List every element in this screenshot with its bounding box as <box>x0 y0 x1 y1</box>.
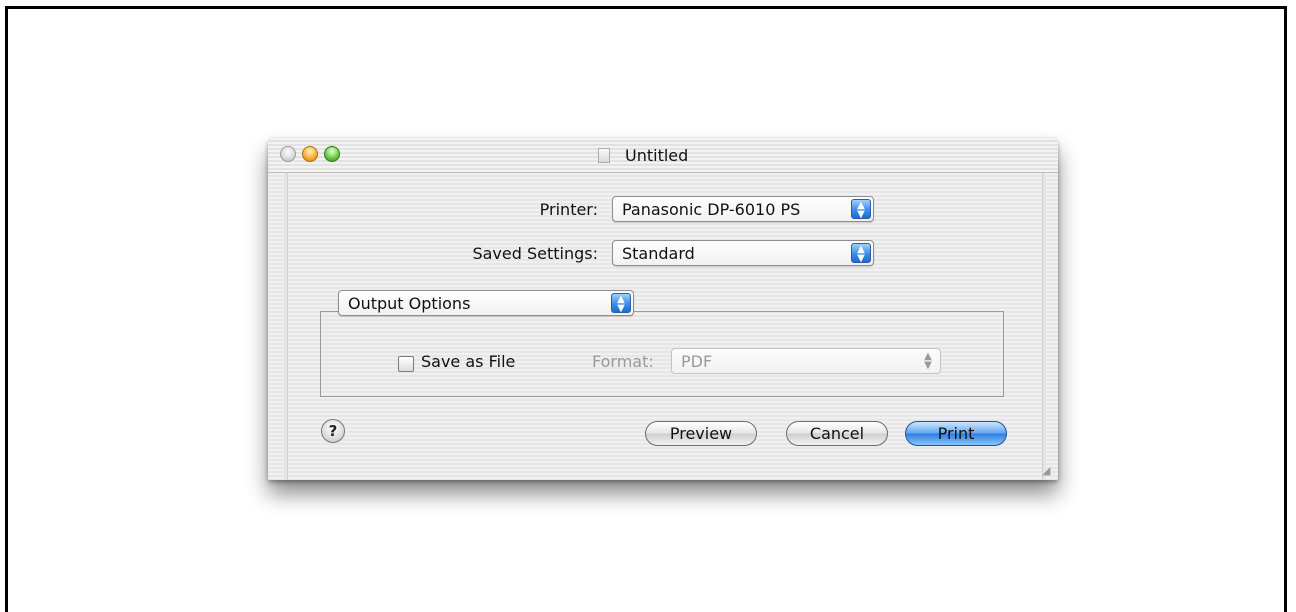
dialog-content: Printer: Panasonic DP-6010 PS ▲ ▼ Saved S… <box>268 173 1058 480</box>
help-icon[interactable]: ? <box>321 419 345 443</box>
format-popup: PDF ▲ ▼ <box>671 348 941 374</box>
window-title: Untitled <box>625 146 689 165</box>
updown-arrows-icon: ▲ ▼ <box>611 293 631 314</box>
content-right-border <box>1042 173 1046 480</box>
minimize-icon[interactable] <box>302 146 318 162</box>
preview-button[interactable]: Preview <box>645 421 757 446</box>
panel-popup[interactable]: Output Options ▲ ▼ <box>338 290 634 316</box>
title-bar[interactable]: Untitled <box>268 138 1058 173</box>
content-left-border <box>284 173 288 480</box>
printer-label: Printer: <box>539 200 598 219</box>
saved-settings-label: Saved Settings: <box>472 244 598 263</box>
document-icon <box>598 148 610 163</box>
format-value: PDF <box>681 352 713 371</box>
zoom-icon[interactable] <box>324 146 340 162</box>
updown-arrows-icon: ▲ ▼ <box>851 199 871 220</box>
print-dialog-window: Untitled Printer: Panasonic DP-6010 PS ▲… <box>268 138 1058 480</box>
printer-popup[interactable]: Panasonic DP-6010 PS ▲ ▼ <box>612 196 874 222</box>
updown-arrows-icon: ▲ ▼ <box>924 351 932 371</box>
print-button[interactable]: Print <box>905 421 1007 446</box>
saved-settings-popup[interactable]: Standard ▲ ▼ <box>612 240 874 266</box>
cancel-button[interactable]: Cancel <box>786 421 888 446</box>
resize-grip-icon[interactable]: ◢ <box>1042 464 1055 477</box>
printer-value: Panasonic DP-6010 PS <box>622 200 801 219</box>
panel-value: Output Options <box>348 294 471 313</box>
saved-settings-value: Standard <box>622 244 695 263</box>
save-as-file-label[interactable]: Save as File <box>421 352 515 371</box>
save-as-file-checkbox[interactable] <box>398 356 414 372</box>
updown-arrows-icon: ▲ ▼ <box>851 243 871 264</box>
format-label: Format: <box>592 352 654 371</box>
close-icon[interactable] <box>280 146 296 162</box>
